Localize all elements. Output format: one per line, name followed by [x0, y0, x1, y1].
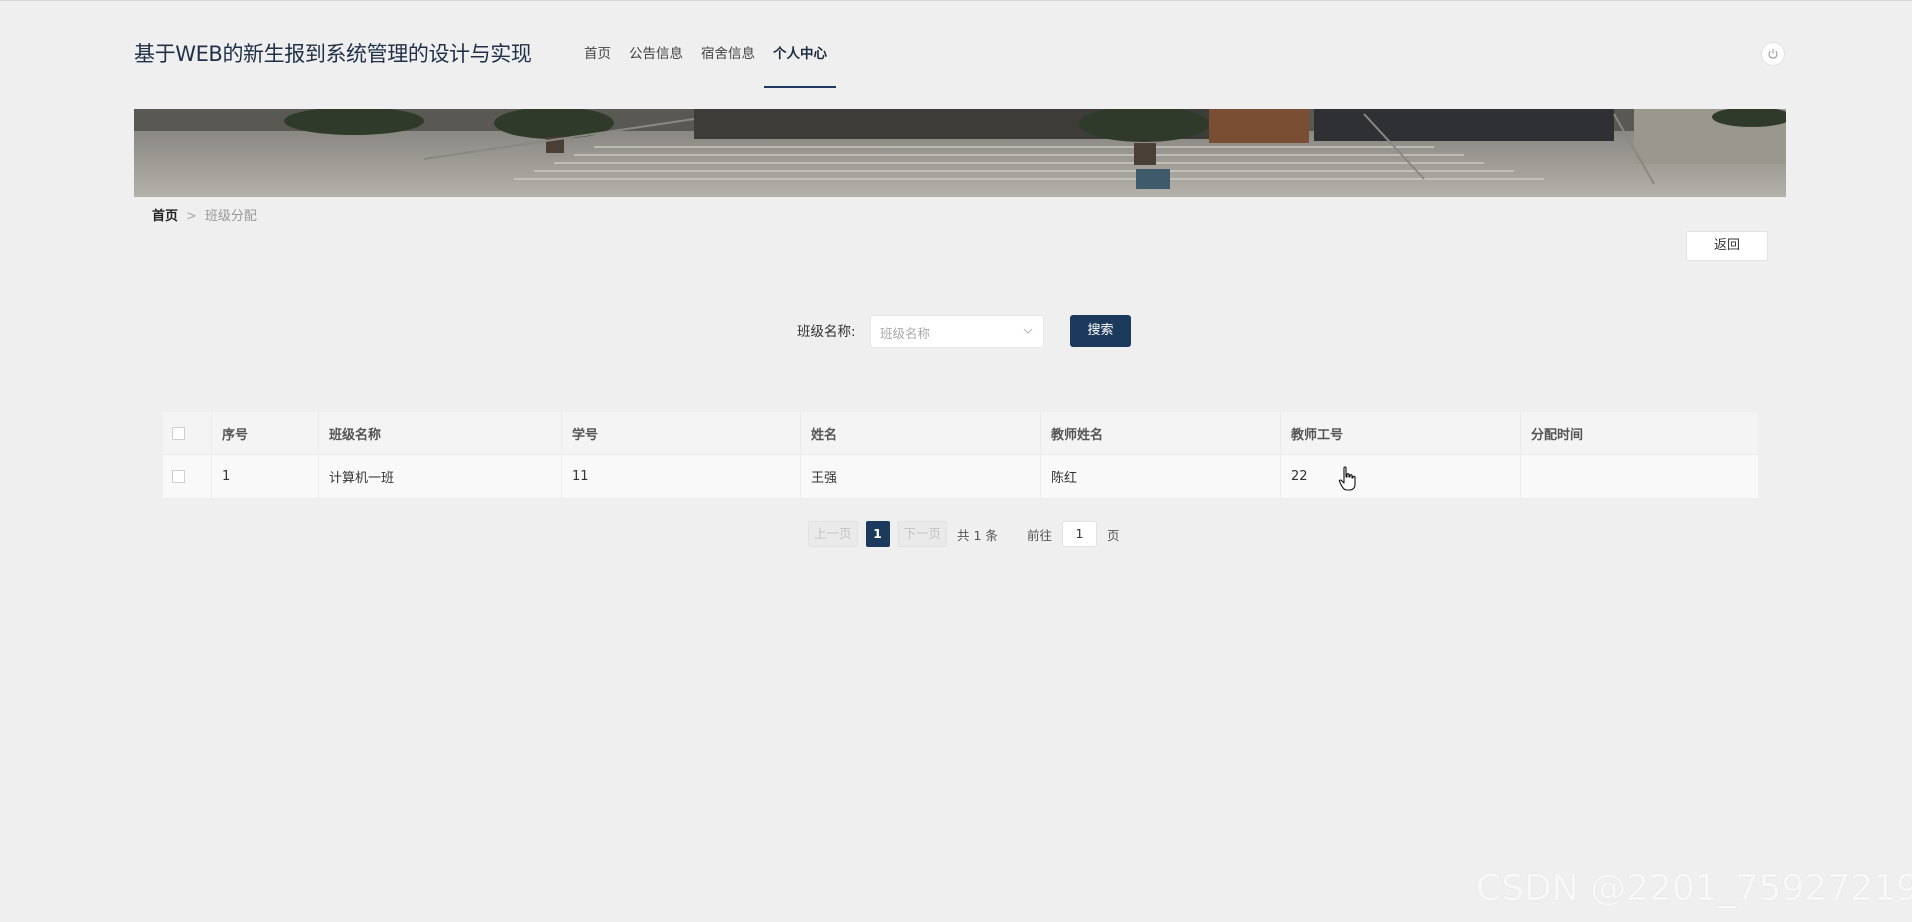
back-button[interactable]: 返回: [1686, 231, 1768, 261]
next-page-button[interactable]: 下一页: [897, 521, 948, 547]
nav-item-personal-center[interactable]: 个人中心: [764, 36, 836, 88]
column-header: 学号: [562, 412, 801, 454]
select-placeholder: 班级名称: [880, 326, 931, 341]
top-border: [0, 0, 1912, 1]
goto-label: 前往: [1026, 527, 1052, 543]
table-cell: 计算机一班: [319, 455, 562, 498]
table-cell: 陈红: [1041, 455, 1281, 498]
search-button[interactable]: 搜索: [1070, 315, 1131, 347]
class-name-select[interactable]: 班级名称: [870, 315, 1044, 348]
power-icon: [1768, 49, 1778, 59]
row-checkbox[interactable]: [172, 470, 185, 483]
banner-image: [134, 109, 1786, 197]
hand-cursor-icon: [1338, 466, 1356, 491]
page-number-current[interactable]: 1: [865, 521, 890, 547]
table-row[interactable]: 1 计算机一班 11 王强 陈红 22: [163, 455, 1758, 499]
table-cell: 11: [562, 455, 801, 498]
header-checkbox-cell: [163, 412, 212, 454]
column-header: 序号: [212, 412, 319, 454]
search-label: 班级名称:: [797, 324, 856, 340]
column-header: 教师工号: [1281, 412, 1521, 454]
breadcrumb: 首页 > 班级分配: [152, 205, 257, 224]
table-cell: [1521, 455, 1758, 498]
total-count: 共 1 条: [957, 527, 998, 543]
pagination: 上一页 1 下一页 共 1 条 前往 1 页: [808, 521, 1119, 547]
select-all-checkbox[interactable]: [172, 426, 185, 440]
breadcrumb-home[interactable]: 首页: [152, 209, 178, 224]
table-cell: 王强: [801, 455, 1041, 498]
column-header: 班级名称: [319, 412, 562, 454]
table-header-row: 序号 班级名称 学号 姓名 教师姓名 教师工号 分配时间: [163, 412, 1758, 455]
column-header: 分配时间: [1531, 427, 1584, 443]
watermark: CSDN @2201_75927219: [1476, 868, 1912, 909]
breadcrumb-separator: >: [186, 209, 197, 224]
prev-page-button[interactable]: 上一页: [808, 521, 858, 547]
main-nav: 首页 公告信息 宿舍信息 个人中心: [575, 36, 836, 88]
site-title: 基于WEB的新生报到系统管理的设计与实现: [134, 42, 532, 66]
class-assignment-table: 序号 班级名称 学号 姓名 教师姓名 教师工号 分配时间 1 计算机一班 11 …: [163, 412, 1758, 499]
breadcrumb-current: 班级分配: [204, 209, 257, 224]
column-header: 姓名: [801, 412, 1041, 454]
chevron-down-icon: [1023, 328, 1033, 334]
table-cell: 22: [1281, 455, 1521, 498]
page-unit-label: 页: [1106, 527, 1120, 543]
nav-item-home[interactable]: 首页: [575, 36, 620, 88]
row-checkbox-cell: [163, 455, 212, 498]
nav-item-dormitory[interactable]: 宿舍信息: [692, 36, 764, 88]
goto-page-input[interactable]: 1: [1061, 521, 1097, 547]
nav-item-announcements[interactable]: 公告信息: [620, 36, 692, 88]
table-cell: 1: [212, 455, 319, 498]
column-header: 教师姓名: [1041, 412, 1281, 454]
power-button[interactable]: [1762, 43, 1784, 65]
